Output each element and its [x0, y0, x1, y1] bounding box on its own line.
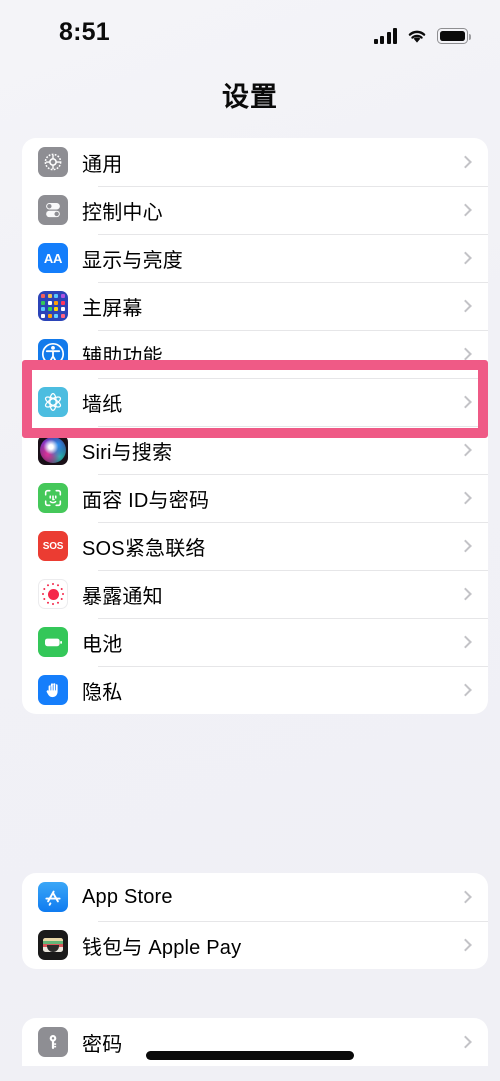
settings-row-label: 主屏幕 — [82, 297, 143, 320]
gear-icon — [38, 147, 68, 177]
privacy-hand-icon — [38, 675, 68, 705]
settings-row-label: Siri与搜索 — [82, 441, 173, 464]
siri-icon — [38, 435, 68, 465]
iphone-settings-screen: 8:51 设置 通用 控制中心 AA 显示与亮度 主屏幕 辅助功能 墙纸 Sir… — [0, 0, 500, 1081]
settings-row-label: 钱包与 Apple Pay — [82, 936, 242, 959]
chevron-right-icon — [459, 299, 472, 313]
status-bar-time: 8:51 — [59, 18, 110, 46]
settings-row-exposure-notifications[interactable]: 暴露通知 — [22, 570, 488, 618]
home-screen-icon — [38, 291, 68, 321]
wallpaper-icon — [38, 387, 68, 417]
settings-row-label: 显示与亮度 — [82, 249, 183, 272]
settings-row-app-store[interactable]: App Store — [22, 873, 488, 921]
aa-glyph: AA — [43, 250, 63, 266]
wallet-icon — [38, 930, 68, 960]
settings-group-store: App Store 钱包与 Apple Pay — [22, 873, 488, 969]
chevron-right-icon — [459, 347, 472, 361]
settings-row-label: SOS紧急联络 — [82, 537, 206, 560]
siri-orb — [40, 437, 66, 463]
settings-row-label: 墙纸 — [82, 393, 123, 416]
settings-row-label: 电池 — [82, 633, 123, 656]
chevron-right-icon — [459, 890, 472, 904]
chevron-right-icon — [459, 683, 472, 697]
app-store-icon — [38, 882, 68, 912]
passwords-key-icon — [38, 1027, 68, 1057]
cellular-bars-icon — [373, 28, 397, 44]
chevron-right-icon — [459, 635, 472, 649]
settings-row-label: 密码 — [82, 1033, 123, 1056]
settings-row-privacy[interactable]: 隐私 — [22, 666, 488, 714]
settings-row-label: App Store — [82, 885, 173, 908]
display-brightness-icon: AA — [38, 243, 68, 273]
exposure-notification-icon — [38, 579, 68, 609]
home-indicator[interactable] — [146, 1051, 354, 1060]
accessibility-icon — [38, 339, 68, 369]
exposure-dot-ring — [39, 580, 67, 608]
chevron-right-icon — [459, 443, 472, 457]
settings-row-control-center[interactable]: 控制中心 — [22, 186, 488, 234]
chevron-right-icon — [459, 251, 472, 265]
chevron-right-icon — [459, 491, 472, 505]
settings-row-face-id-passcode[interactable]: 面容 ID与密码 — [22, 474, 488, 522]
app-grid — [41, 294, 65, 318]
settings-row-wallpaper[interactable]: 墙纸 — [22, 378, 488, 426]
settings-row-label: 隐私 — [82, 681, 123, 704]
settings-row-general[interactable]: 通用 — [22, 138, 488, 186]
status-bar: 8:51 — [0, 0, 500, 62]
settings-row-label: 面容 ID与密码 — [82, 489, 210, 512]
control-center-icon — [38, 195, 68, 225]
sos-glyph: SOS — [42, 540, 64, 552]
settings-row-label: 暴露通知 — [82, 585, 163, 608]
chevron-right-icon — [459, 539, 472, 553]
wifi-icon — [408, 30, 426, 43]
chevron-right-icon — [459, 1035, 472, 1049]
settings-row-display-brightness[interactable]: AA 显示与亮度 — [22, 234, 488, 282]
settings-row-siri-search[interactable]: Siri与搜索 — [22, 426, 488, 474]
chevron-right-icon — [459, 587, 472, 601]
settings-row-emergency-sos[interactable]: SOS SOS紧急联络 — [22, 522, 488, 570]
chevron-right-icon — [459, 395, 472, 409]
settings-row-home-screen[interactable]: 主屏幕 — [22, 282, 488, 330]
chevron-right-icon — [459, 155, 472, 169]
status-bar-indicators — [373, 22, 471, 44]
chevron-right-icon — [459, 203, 472, 217]
settings-row-wallet-apple-pay[interactable]: 钱包与 Apple Pay — [22, 921, 488, 969]
emergency-sos-icon: SOS — [38, 531, 68, 561]
settings-row-label: 辅助功能 — [82, 345, 163, 368]
settings-row-label: 通用 — [82, 153, 123, 176]
chevron-right-icon — [459, 938, 472, 952]
wallet-card-stack — [43, 938, 63, 952]
face-id-icon — [38, 483, 68, 513]
settings-row-accessibility[interactable]: 辅助功能 — [22, 330, 488, 378]
settings-row-label: 控制中心 — [82, 201, 163, 224]
settings-group-primary: 通用 控制中心 AA 显示与亮度 主屏幕 辅助功能 墙纸 Siri与搜索 面容 … — [22, 138, 488, 714]
settings-row-battery[interactable]: 电池 — [22, 618, 488, 666]
battery-icon — [38, 627, 68, 657]
page-title: 设置 — [222, 82, 278, 112]
battery-full-icon — [437, 28, 471, 44]
